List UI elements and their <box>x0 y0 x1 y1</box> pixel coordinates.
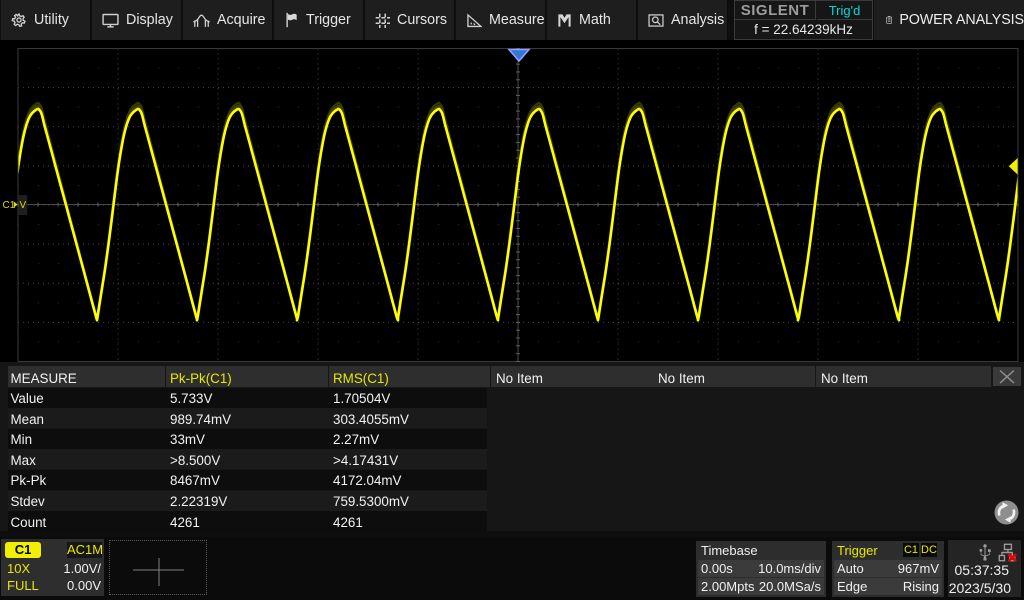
svg-text:V: V <box>20 200 27 211</box>
svg-text:C1: C1 <box>3 200 16 211</box>
